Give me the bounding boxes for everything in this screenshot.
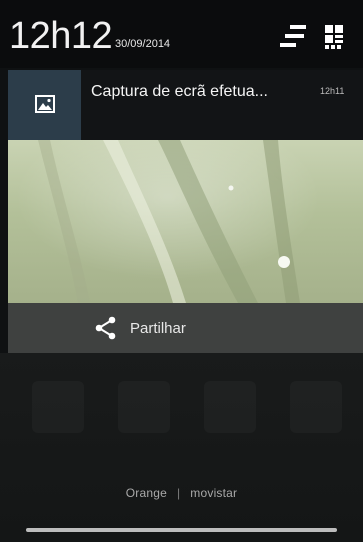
shade-drag-handle[interactable] (26, 528, 337, 532)
image-icon (35, 95, 55, 113)
preview-image (38, 140, 300, 303)
toggles-grid-icon (325, 25, 343, 49)
carrier-label: Orange | movistar (0, 486, 363, 500)
toggles-button[interactable] (322, 22, 356, 56)
notification-shade: 12h12 30/09/2014 Captura de ecrã efetua.… (0, 0, 363, 542)
status-header: 12h12 30/09/2014 (0, 0, 363, 68)
share-action-button[interactable]: Partilhar (8, 303, 363, 353)
ghost-app-icon (204, 381, 256, 433)
share-icon (95, 316, 116, 340)
date-label: 30/09/2014 (115, 38, 171, 50)
carrier-name-primary: Orange (125, 486, 167, 500)
screenshot-notification[interactable]: Captura de ecrã efetua... 12h11 (8, 70, 363, 140)
screenshot-preview[interactable] (8, 140, 363, 303)
ghost-app-icon (32, 381, 84, 433)
notification-title: Captura de ecrã efetua... (91, 83, 268, 100)
quick-settings-icon (280, 25, 306, 47)
clock-time: 12h12 (9, 15, 113, 57)
quick-settings-button[interactable] (276, 22, 310, 56)
carrier-name-secondary: movistar (190, 486, 238, 500)
notification-icon-box (8, 70, 81, 140)
ghost-app-icon (290, 381, 342, 433)
dimmed-home-screen (0, 353, 363, 542)
notification-time: 12h11 (320, 86, 345, 96)
ghost-app-icon (118, 381, 170, 433)
carrier-separator: | (176, 486, 181, 500)
share-label: Partilhar (130, 320, 186, 337)
